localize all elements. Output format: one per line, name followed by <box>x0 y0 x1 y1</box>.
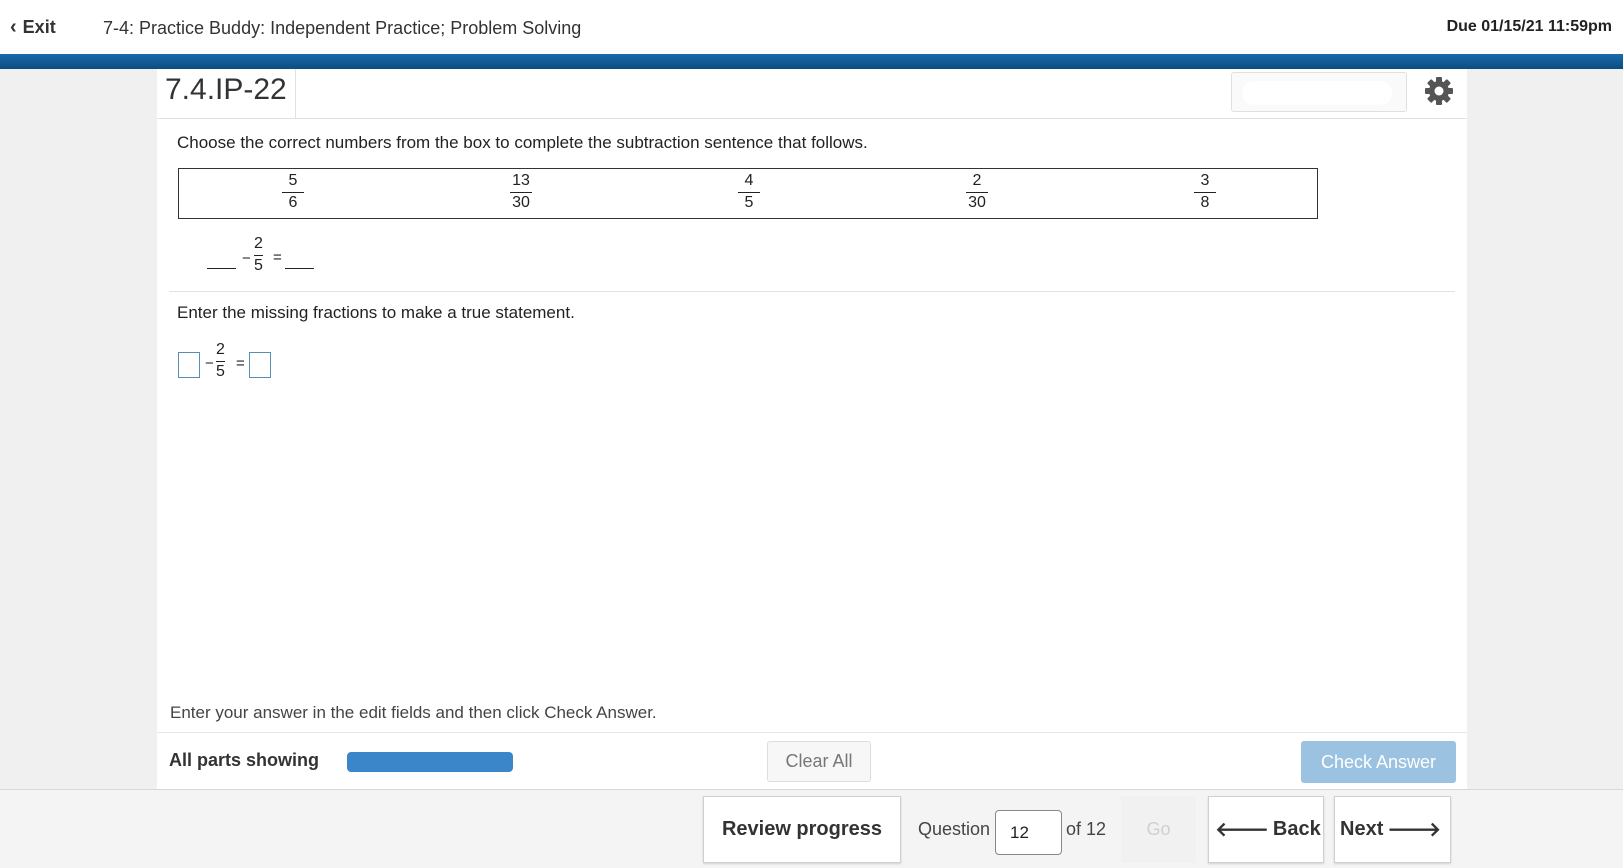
choice-box: 56 13 30 45 2 30 38 <box>178 168 1318 219</box>
equals-sign: = <box>236 355 245 372</box>
chevron-left-icon: ‹ <box>10 16 17 38</box>
minus-sign: − <box>242 250 251 267</box>
section-divider <box>169 291 1455 292</box>
score-box <box>1231 72 1407 112</box>
gear-icon[interactable] <box>1421 73 1457 109</box>
question-instruction: Choose the correct numbers from the box … <box>177 133 868 152</box>
check-answer-button[interactable]: Check Answer <box>1301 741 1456 783</box>
exit-button[interactable]: ‹ Exit <box>10 16 56 39</box>
top-bar: ‹ Exit 7-4: Practice Buddy: Independent P… <box>0 0 1623 54</box>
question-total: of 12 <box>1066 819 1107 839</box>
choice-fraction: 38 <box>1194 172 1216 211</box>
given-fraction: 25 <box>254 235 263 274</box>
choice-fraction: 2 30 <box>966 172 988 211</box>
assignment-title: 7-4: Practice Buddy: Independent Practic… <box>103 18 582 38</box>
back-button[interactable]: 🡐 Back <box>1208 796 1324 863</box>
subtraction-sentence: − 25 = <box>207 235 407 279</box>
question-label: Question <box>918 819 991 839</box>
question-id: 7.4.IP-22 <box>157 69 296 119</box>
answer-hint: Enter your answer in the edit fields and… <box>170 703 657 722</box>
answer-equation: − 25 = <box>178 341 298 387</box>
exit-label: Exit <box>22 17 56 37</box>
next-label: Next <box>1340 818 1384 840</box>
progress-fill <box>347 752 513 772</box>
choice-fraction: 56 <box>282 172 304 211</box>
parts-progress-bar <box>347 752 513 772</box>
choice-fraction: 13 30 <box>510 172 532 211</box>
bottom-nav: Review progress Question of 12 Go 🡐Back … <box>0 789 1623 868</box>
equals-sign: = <box>273 249 282 266</box>
due-date: Due 01/15/21 11:59pm <box>1446 18 1612 35</box>
question-footer: All parts showing Clear All Check Answer <box>157 732 1467 789</box>
next-button[interactable]: Next 🡒 <box>1334 796 1451 863</box>
question-card: 7.4.IP-22 Choose the correct numbers fro… <box>157 69 1467 789</box>
entry-instruction: Enter the missing fractions to make a tr… <box>177 303 575 322</box>
go-button[interactable]: Go <box>1121 796 1196 863</box>
blank-line <box>207 268 236 269</box>
question-number-input[interactable] <box>995 810 1062 855</box>
question-header: 7.4.IP-22 <box>157 69 1467 119</box>
arrow-right-icon: 🡒 <box>1387 819 1441 841</box>
minus-sign: − <box>205 355 214 372</box>
given-fraction: 25 <box>216 341 225 380</box>
answer-input-1[interactable] <box>178 352 200 378</box>
header-divider <box>0 54 1623 69</box>
parts-label: All parts showing <box>169 750 320 770</box>
back-label: Back <box>1272 818 1321 840</box>
review-progress-button[interactable]: Review progress <box>703 796 901 863</box>
clear-all-button[interactable]: Clear All <box>767 741 871 782</box>
choice-fraction: 45 <box>738 172 760 211</box>
blank-line <box>285 268 314 269</box>
answer-input-2[interactable] <box>249 352 271 378</box>
arrow-left-icon: 🡐 <box>1215 819 1269 841</box>
